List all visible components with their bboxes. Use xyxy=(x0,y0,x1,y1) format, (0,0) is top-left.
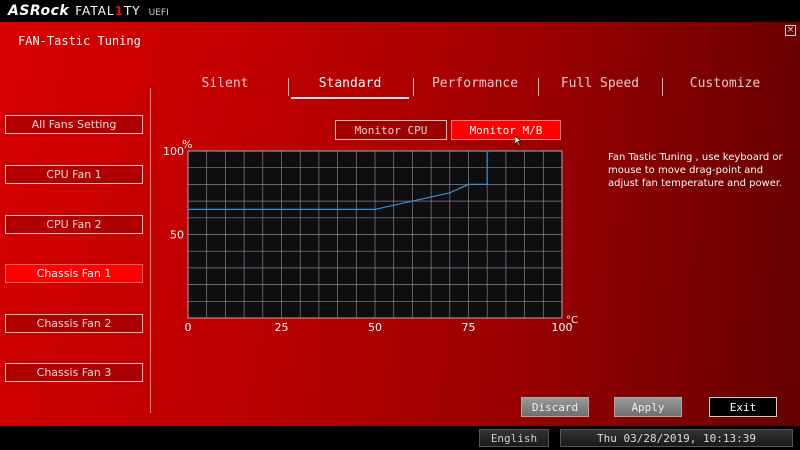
fan-curve-point xyxy=(411,200,414,202)
y-unit-label: % xyxy=(182,138,192,151)
x-tick-label: 0 xyxy=(185,321,192,334)
fan-curve-point xyxy=(486,183,489,186)
x-tick-label: 50 xyxy=(368,321,382,334)
y-tick-label: 100 xyxy=(163,145,184,158)
language-button[interactable]: English xyxy=(479,429,549,447)
fan-curve-point xyxy=(486,150,489,152)
fan-curve-point xyxy=(467,183,470,186)
fan-curve-point xyxy=(374,208,376,211)
fan-curve-point xyxy=(187,208,189,211)
mouse-cursor-icon xyxy=(515,136,522,146)
x-tick-label: 25 xyxy=(275,321,289,334)
status-bar: English Thu 03/28/2019, 10:13:39 xyxy=(0,426,800,450)
y-tick-label: 50 xyxy=(170,229,184,242)
x-tick-label: 75 xyxy=(462,321,476,334)
datetime-display: Thu 03/28/2019, 10:13:39 xyxy=(560,429,793,447)
fan-curve-point xyxy=(449,191,451,194)
x-unit-label: °C xyxy=(566,315,578,326)
fan-curve-chart[interactable]: 0 25 50 75 10050100%°C xyxy=(0,0,800,450)
